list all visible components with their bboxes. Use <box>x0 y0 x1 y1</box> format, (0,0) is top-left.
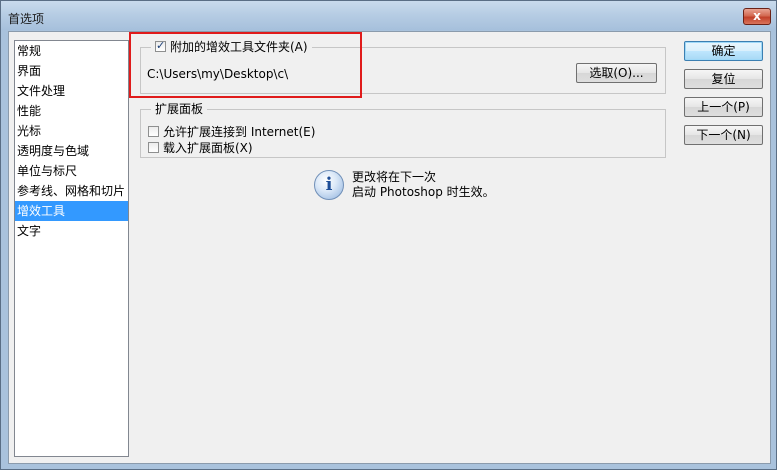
close-icon: x <box>753 9 761 23</box>
category-item-performance[interactable]: 性能 <box>15 101 128 121</box>
choose-folder-button[interactable]: 选取(O)... <box>576 63 657 83</box>
extension-panels-legend: 扩展面板 <box>151 102 208 117</box>
reset-button[interactable]: 复位 <box>684 69 763 89</box>
category-item-interface[interactable]: 界面 <box>15 61 128 81</box>
extension-panels-group: 扩展面板 允许扩展连接到 Internet(E) 载入扩展面板(X) <box>140 102 666 158</box>
allow-internet-label: 允许扩展连接到 Internet(E) <box>163 125 316 139</box>
info-icon: i <box>314 170 344 200</box>
highlight-box <box>129 32 362 98</box>
allow-internet-row[interactable]: 允许扩展连接到 Internet(E) <box>148 123 315 140</box>
preferences-dialog: 首选项 x 常规 界面 文件处理 性能 光标 透明度与色域 单位与标尺 参考线、… <box>0 0 777 470</box>
load-panels-checkbox[interactable] <box>148 142 159 153</box>
previous-button[interactable]: 上一个(P) <box>684 97 763 117</box>
category-item-type[interactable]: 文字 <box>15 221 128 241</box>
category-item-guides-grid-slices[interactable]: 参考线、网格和切片 <box>15 181 128 201</box>
category-item-file-handling[interactable]: 文件处理 <box>15 81 128 101</box>
next-button[interactable]: 下一个(N) <box>684 125 763 145</box>
category-item-cursors[interactable]: 光标 <box>15 121 128 141</box>
category-item-plugins[interactable]: 增效工具 <box>15 201 128 221</box>
category-item-transparency-gamut[interactable]: 透明度与色域 <box>15 141 128 161</box>
close-button[interactable]: x <box>743 8 771 25</box>
title-bar[interactable]: 首选项 x <box>1 1 776 30</box>
allow-internet-checkbox[interactable] <box>148 126 159 137</box>
load-panels-row[interactable]: 载入扩展面板(X) <box>148 139 253 156</box>
category-list[interactable]: 常规 界面 文件处理 性能 光标 透明度与色域 单位与标尺 参考线、网格和切片 … <box>14 40 129 457</box>
category-item-units-rulers[interactable]: 单位与标尺 <box>15 161 128 181</box>
load-panels-label: 载入扩展面板(X) <box>163 141 253 155</box>
restart-notice-line2: 启动 Photoshop 时生效。 <box>352 185 495 199</box>
dialog-title: 首选项 <box>8 12 45 26</box>
ok-button[interactable]: 确定 <box>684 41 763 61</box>
dialog-body: 常规 界面 文件处理 性能 光标 透明度与色域 单位与标尺 参考线、网格和切片 … <box>8 31 771 464</box>
category-item-general[interactable]: 常规 <box>15 41 128 61</box>
